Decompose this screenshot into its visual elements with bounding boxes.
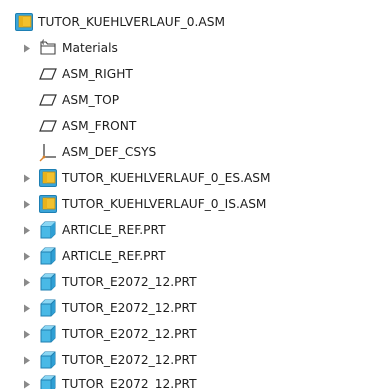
tree-item-part[interactable]: TUTOR_E2072_12.PRT [0, 322, 388, 346]
part-icon [38, 374, 58, 389]
tree-item-label: TUTOR_KUEHLVERLAUF_0.ASM [38, 15, 226, 29]
tree-item-asm-def-csys[interactable]: ASM_DEF_CSYS [0, 140, 388, 164]
part-icon [38, 324, 58, 344]
expand-arrow-icon[interactable] [22, 322, 32, 346]
datum-plane-icon [38, 90, 58, 110]
tree-item-label: TUTOR_KUEHLVERLAUF_0_IS.ASM [62, 197, 267, 211]
tree-item-es-assembly[interactable]: TUTOR_KUEHLVERLAUF_0_ES.ASM [0, 166, 388, 190]
expand-arrow-icon[interactable] [22, 372, 32, 389]
tree-item-label: ASM_TOP [62, 93, 120, 107]
tree-root-row[interactable]: TUTOR_KUEHLVERLAUF_0.ASM [0, 10, 388, 34]
tree-item-materials[interactable]: Materials [0, 36, 388, 60]
tree-item-asm-front[interactable]: ASM_FRONT [0, 114, 388, 138]
part-icon [38, 246, 58, 266]
tree-item-part[interactable]: ARTICLE_REF.PRT [0, 218, 388, 242]
expand-arrow-icon[interactable] [22, 348, 32, 372]
tree-item-is-assembly[interactable]: TUTOR_KUEHLVERLAUF_0_IS.ASM [0, 192, 388, 216]
tree-item-asm-right[interactable]: ASM_RIGHT [0, 62, 388, 86]
tree-item-part[interactable]: TUTOR_E2072_12.PRT [0, 270, 388, 294]
assembly-icon [38, 194, 58, 214]
expand-arrow-icon[interactable] [22, 36, 32, 60]
part-icon [38, 220, 58, 240]
tree-item-label: ASM_DEF_CSYS [62, 145, 157, 159]
part-icon [38, 298, 58, 318]
tree-item-label: TUTOR_E2072_12.PRT [62, 275, 197, 289]
expand-arrow-icon[interactable] [22, 270, 32, 294]
expand-arrow-icon[interactable] [22, 218, 32, 242]
expand-arrow-icon[interactable] [22, 296, 32, 320]
datum-plane-icon [38, 64, 58, 84]
tree-item-label: Materials [62, 41, 118, 55]
tree-item-label: TUTOR_E2072_12.PRT [62, 377, 197, 389]
expand-arrow-icon[interactable] [22, 166, 32, 190]
part-icon [38, 350, 58, 370]
tree-item-label: ARTICLE_REF.PRT [62, 223, 166, 237]
expand-arrow-icon[interactable] [22, 192, 32, 216]
tree-item-part[interactable]: TUTOR_E2072_12.PRT [0, 296, 388, 320]
part-icon [38, 272, 58, 292]
assembly-icon [38, 168, 58, 188]
tree-item-part[interactable]: TUTOR_E2072_12.PRT [0, 372, 388, 389]
tree-item-part[interactable]: TUTOR_E2072_12.PRT [0, 348, 388, 372]
datum-plane-icon [38, 116, 58, 136]
tree-item-label: ASM_FRONT [62, 119, 137, 133]
tree-item-label: TUTOR_KUEHLVERLAUF_0_ES.ASM [62, 171, 271, 185]
tree-item-part[interactable]: ARTICLE_REF.PRT [0, 244, 388, 268]
tree-item-label: ASM_RIGHT [62, 67, 133, 81]
expand-arrow-icon[interactable] [22, 244, 32, 268]
tree-item-label: TUTOR_E2072_12.PRT [62, 353, 197, 367]
tree-item-label: TUTOR_E2072_12.PRT [62, 301, 197, 315]
model-tree: TUTOR_KUEHLVERLAUF_0.ASM Materials ASM_R… [0, 0, 388, 389]
tree-item-asm-top[interactable]: ASM_TOP [0, 88, 388, 112]
tree-item-label: ARTICLE_REF.PRT [62, 249, 166, 263]
materials-folder-icon [38, 38, 58, 58]
coordinate-system-icon [38, 142, 58, 162]
assembly-icon [14, 12, 34, 32]
tree-item-label: TUTOR_E2072_12.PRT [62, 327, 197, 341]
